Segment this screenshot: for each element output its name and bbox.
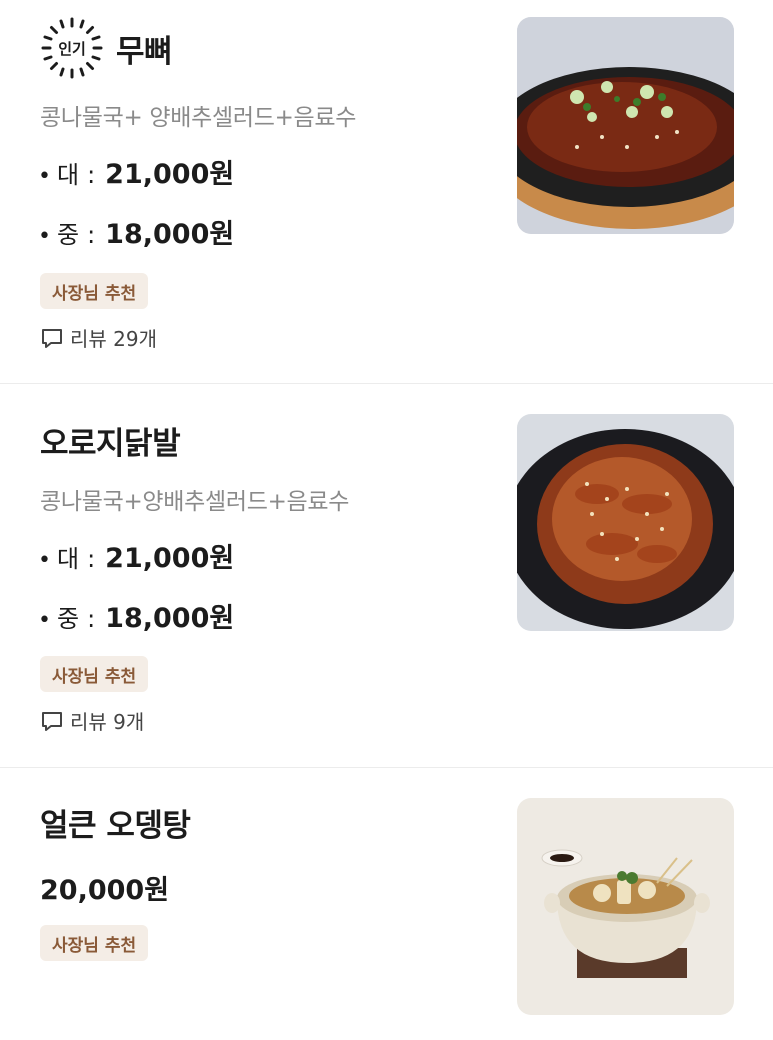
price-amount: 18,000원	[105, 603, 235, 634]
speech-bubble-icon	[42, 711, 62, 731]
price-row-large: • 대 : 21,000원	[38, 152, 234, 191]
menu-item-orojidakbal[interactable]: 오로지닭발 콩나물국+양배추셀러드+음료수 • 대 : 21,000원 • 중 …	[0, 384, 773, 768]
size-label: 대	[56, 161, 80, 189]
size-label: 대	[56, 545, 80, 573]
owner-recommend-badge: 사장님 추천	[40, 273, 149, 309]
owner-recommend-badge: 사장님 추천	[40, 925, 149, 961]
speech-bubble-icon	[42, 328, 62, 348]
size-label: 중	[56, 605, 80, 633]
menu-item-title-row: 인기 무뼈	[40, 16, 173, 80]
review-count-label: 리뷰 9개	[70, 710, 145, 734]
menu-item-eolkeun-odengtang[interactable]: 얼큰 오뎅탕 20,000원 사장님 추천	[0, 768, 773, 1040]
price-amount: 21,000원	[105, 159, 235, 190]
popular-badge: 인기	[40, 16, 104, 80]
chicken-feet-with-sesame-photo-icon	[517, 414, 734, 631]
review-count-label: 리뷰 29개	[70, 327, 158, 351]
menu-item-description: 콩나물국+ 양배추셀러드+음료수	[40, 105, 357, 131]
menu-item-photo[interactable]	[517, 17, 734, 234]
size-label: 중	[56, 221, 80, 249]
menu-item-name: 얼큰 오뎅탕	[40, 808, 191, 844]
price-row-medium: • 중 : 18,000원	[38, 212, 234, 251]
menu-item-photo[interactable]	[517, 414, 734, 631]
owner-recommend-badge: 사장님 추천	[40, 656, 149, 692]
price-row-medium: • 중 : 18,000원	[38, 596, 234, 635]
menu-item-title-row: 얼큰 오뎅탕	[40, 800, 191, 845]
price-amount: 21,000원	[105, 543, 235, 574]
menu-item-photo[interactable]	[517, 798, 734, 1015]
menu-item-mubbyeo[interactable]: 인기 무뼈 콩나물국+ 양배추셀러드+음료수 • 대 : 21,000원 • 중…	[0, 0, 773, 384]
review-count[interactable]: 리뷰 9개	[40, 706, 144, 735]
price-amount: 18,000원	[105, 219, 235, 250]
price-row-large: • 대 : 21,000원	[38, 536, 234, 575]
review-count[interactable]: 리뷰 29개	[40, 323, 157, 352]
menu-item-name: 무뼈	[116, 33, 173, 70]
price-amount: 20,000원	[40, 875, 170, 906]
menu-item-title-row: 오로지닭발	[40, 418, 181, 463]
spicy-boneless-chicken-feet-photo-icon	[517, 17, 734, 234]
fishcake-soup-pot-photo-icon	[517, 798, 734, 1015]
popular-label: 인기	[58, 39, 86, 58]
menu-item-name: 오로지닭발	[40, 426, 181, 462]
menu-item-description: 콩나물국+양배추셀러드+음료수	[40, 489, 350, 515]
